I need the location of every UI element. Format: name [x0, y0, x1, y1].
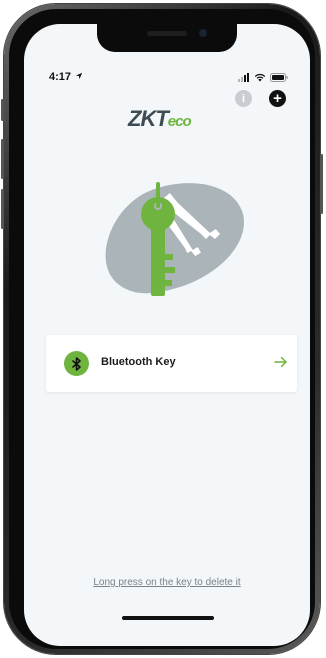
- arrow-right-icon[interactable]: [274, 355, 288, 369]
- volume-down-button: [1, 189, 4, 229]
- cellular-signal-icon: [238, 72, 249, 82]
- front-camera: [199, 29, 207, 37]
- earpiece-speaker: [147, 31, 187, 36]
- status-bar-time: 4:17: [49, 71, 83, 83]
- home-indicator[interactable]: [122, 616, 214, 620]
- info-button[interactable]: i: [235, 90, 252, 107]
- battery-icon: [270, 72, 288, 82]
- power-button: [320, 154, 323, 214]
- app-screen: 4:17 i + ZKTeco Bluetooth Key Long press…: [24, 24, 310, 646]
- wifi-icon: [254, 73, 266, 81]
- info-icon: i: [241, 92, 246, 105]
- logo-text-main: ZKT: [128, 106, 169, 131]
- bluetooth-glyph-icon: [71, 356, 81, 371]
- time-text: 4:17: [49, 71, 72, 83]
- volume-up-button: [1, 139, 4, 179]
- keys-illustration-icon: [105, 182, 244, 296]
- key-label: Bluetooth Key: [101, 356, 176, 368]
- logo-text-eco: eco: [167, 113, 192, 130]
- zkteco-logo: ZKTeco: [128, 106, 192, 132]
- plus-icon: +: [273, 90, 282, 107]
- status-bar-icons: [238, 71, 288, 83]
- mute-switch: [1, 99, 4, 121]
- add-key-button[interactable]: +: [269, 90, 286, 107]
- delete-hint-link[interactable]: Long press on the key to delete it: [24, 577, 310, 588]
- key-list-item-bluetooth[interactable]: Bluetooth Key: [46, 335, 297, 392]
- notch: [97, 24, 237, 52]
- location-arrow-icon: [75, 72, 83, 80]
- bluetooth-icon: [64, 351, 89, 376]
